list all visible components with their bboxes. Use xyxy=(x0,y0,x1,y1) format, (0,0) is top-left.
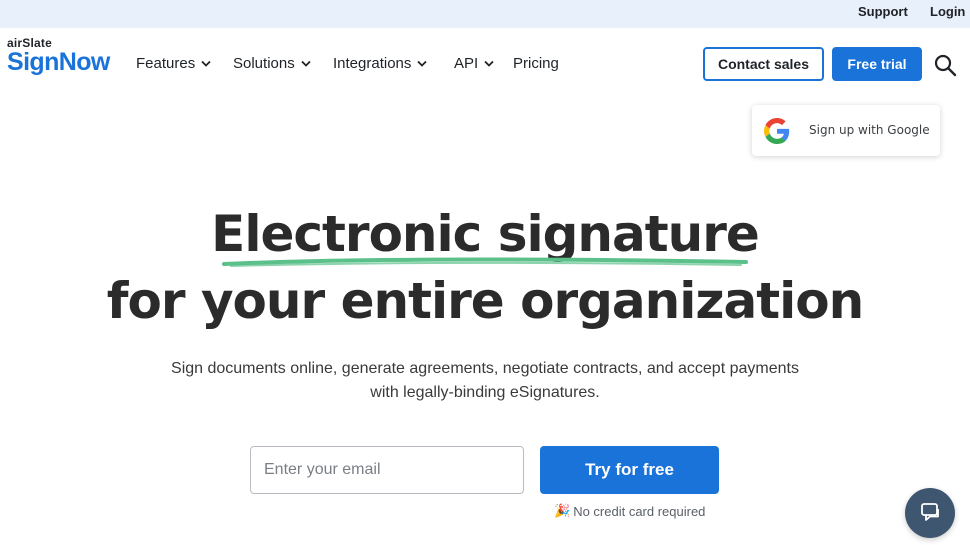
try-for-free-button[interactable]: Try for free xyxy=(540,446,719,494)
nav-api-label: API xyxy=(454,55,479,72)
chat-icon[interactable] xyxy=(905,488,955,538)
main-header: airSlate SignNow Features Solutions Inte… xyxy=(0,28,970,100)
nav-solutions[interactable]: Solutions xyxy=(233,55,311,72)
nav-integrations[interactable]: Integrations xyxy=(333,55,428,72)
nav-features-label: Features xyxy=(136,55,196,72)
nav-features[interactable]: Features xyxy=(136,55,211,72)
chevron-down-icon xyxy=(201,60,211,67)
chevron-down-icon xyxy=(301,60,311,67)
hero-subtitle-line2: with legally-binding eSignatures. xyxy=(370,384,600,401)
no-credit-card-note: 🎉 No credit card required xyxy=(554,503,705,519)
nav-solutions-label: Solutions xyxy=(233,55,295,72)
party-popper-icon: 🎉 xyxy=(554,503,571,518)
nav-pricing[interactable]: Pricing xyxy=(513,55,559,72)
nav-pricing-label: Pricing xyxy=(513,55,559,72)
nav-integrations-label: Integrations xyxy=(333,55,412,72)
google-signup-card[interactable]: Sign up with Google xyxy=(752,105,940,156)
signnow-logo[interactable]: airSlate SignNow xyxy=(7,37,110,75)
login-link[interactable]: Login xyxy=(930,4,965,19)
hero-underline-stroke xyxy=(222,257,748,267)
contact-sales-button[interactable]: Contact sales xyxy=(703,47,824,81)
chevron-down-icon xyxy=(484,60,494,67)
top-utility-bar: Support Login xyxy=(0,0,970,28)
google-signup-label: Sign up with Google xyxy=(809,123,930,137)
email-input[interactable] xyxy=(250,446,524,494)
google-g-icon xyxy=(764,118,790,144)
hero-subtitle: Sign documents online, generate agreemen… xyxy=(135,357,835,405)
logo-signnow-text: SignNow xyxy=(7,48,110,76)
free-trial-button[interactable]: Free trial xyxy=(832,47,922,81)
support-link[interactable]: Support xyxy=(858,4,908,19)
search-icon[interactable] xyxy=(933,53,957,77)
nav-api[interactable]: API xyxy=(454,55,494,72)
chevron-down-icon xyxy=(417,60,428,67)
hero-subtitle-line1: Sign documents online, generate agreemen… xyxy=(171,360,799,377)
no-credit-card-text: No credit card required xyxy=(573,503,706,519)
hero-title-line2: for your entire organization xyxy=(106,272,864,330)
